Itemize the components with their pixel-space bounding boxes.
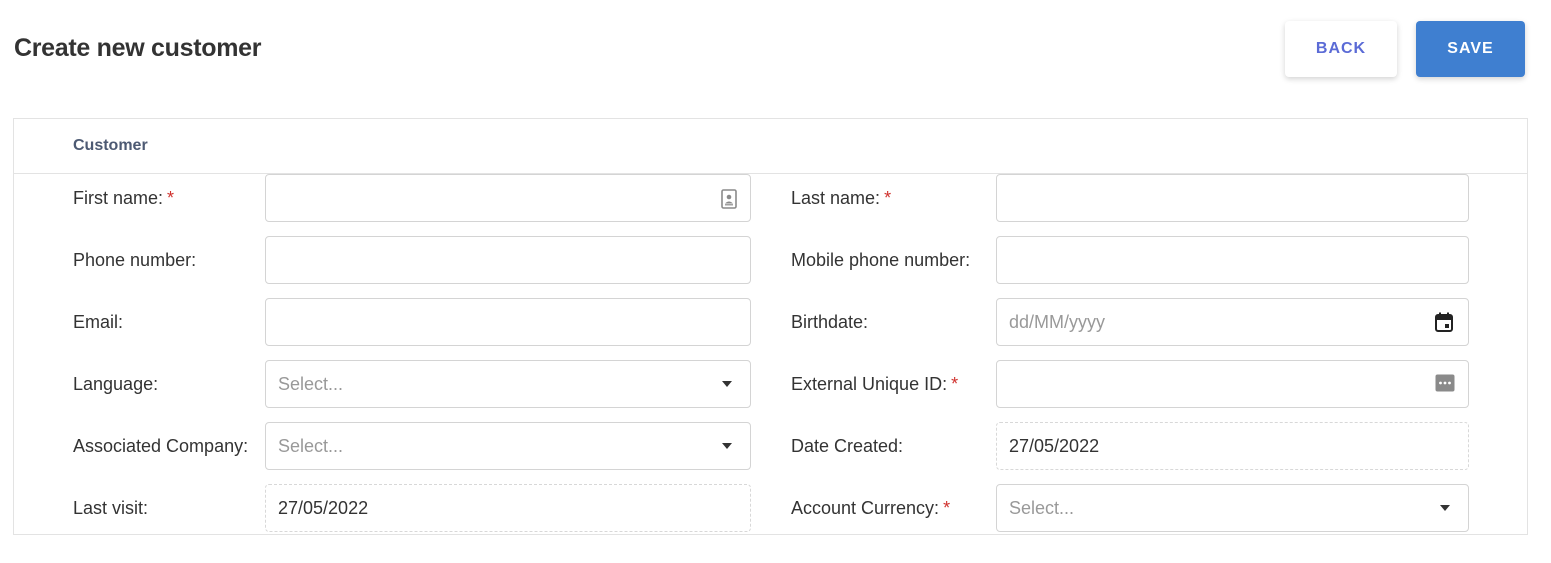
password-dots-icon	[1435, 374, 1455, 392]
contact-card-icon	[721, 189, 737, 209]
language-placeholder: Select...	[278, 374, 344, 394]
mobile-phone-input[interactable]	[997, 237, 1468, 283]
chevron-down-icon[interactable]	[1440, 505, 1450, 511]
save-button[interactable]: SAVE	[1416, 21, 1525, 77]
last-visit-field: 27/05/2022	[265, 484, 751, 532]
language-select[interactable]: Select...	[265, 360, 751, 408]
email-field[interactable]	[265, 298, 751, 346]
external-unique-id-field[interactable]	[996, 360, 1469, 408]
associated-company-label: Associated Company:	[73, 436, 249, 456]
email-label: Email:	[73, 312, 124, 332]
last-name-label: Last name: *	[791, 188, 892, 208]
email-input[interactable]	[266, 299, 750, 345]
last-visit-label: Last visit:	[73, 498, 149, 518]
chevron-down-icon[interactable]	[722, 381, 732, 387]
account-currency-select[interactable]: Select...	[996, 484, 1469, 532]
associated-company-placeholder: Select...	[278, 436, 344, 456]
back-button[interactable]: BACK	[1285, 21, 1397, 77]
phone-number-input[interactable]	[266, 237, 750, 283]
phone-number-field[interactable]	[265, 236, 751, 284]
section-title: Customer	[14, 119, 1527, 174]
birthdate-label: Birthdate:	[791, 312, 869, 332]
birthdate-field[interactable]	[996, 298, 1469, 346]
external-unique-id-input[interactable]	[997, 361, 1468, 407]
page-title: Create new customer	[14, 34, 262, 62]
first-name-label: First name: *	[73, 188, 175, 208]
birthdate-input[interactable]	[997, 299, 1468, 345]
customer-form-card: Customer First name: * Last name: * Phone …	[13, 118, 1528, 535]
chevron-down-icon[interactable]	[722, 443, 732, 449]
last-name-field[interactable]	[996, 174, 1469, 222]
calendar-icon[interactable]	[1435, 312, 1453, 332]
account-currency-placeholder: Select...	[1009, 498, 1075, 518]
first-name-field[interactable]	[265, 174, 751, 222]
account-currency-label: Account Currency: *	[791, 498, 951, 518]
date-created-field: 27/05/2022	[996, 422, 1469, 470]
mobile-phone-field[interactable]	[996, 236, 1469, 284]
last-name-input[interactable]	[997, 175, 1468, 221]
date-created-label: Date Created:	[791, 436, 904, 456]
language-label: Language:	[73, 374, 159, 394]
last-visit-value: 27/05/2022	[278, 498, 369, 518]
external-unique-id-label: External Unique ID: *	[791, 374, 959, 394]
first-name-input[interactable]	[266, 175, 750, 221]
date-created-value: 27/05/2022	[1009, 436, 1100, 456]
associated-company-select[interactable]: Select...	[265, 422, 751, 470]
mobile-phone-label: Mobile phone number:	[791, 250, 971, 270]
phone-number-label: Phone number:	[73, 250, 197, 270]
